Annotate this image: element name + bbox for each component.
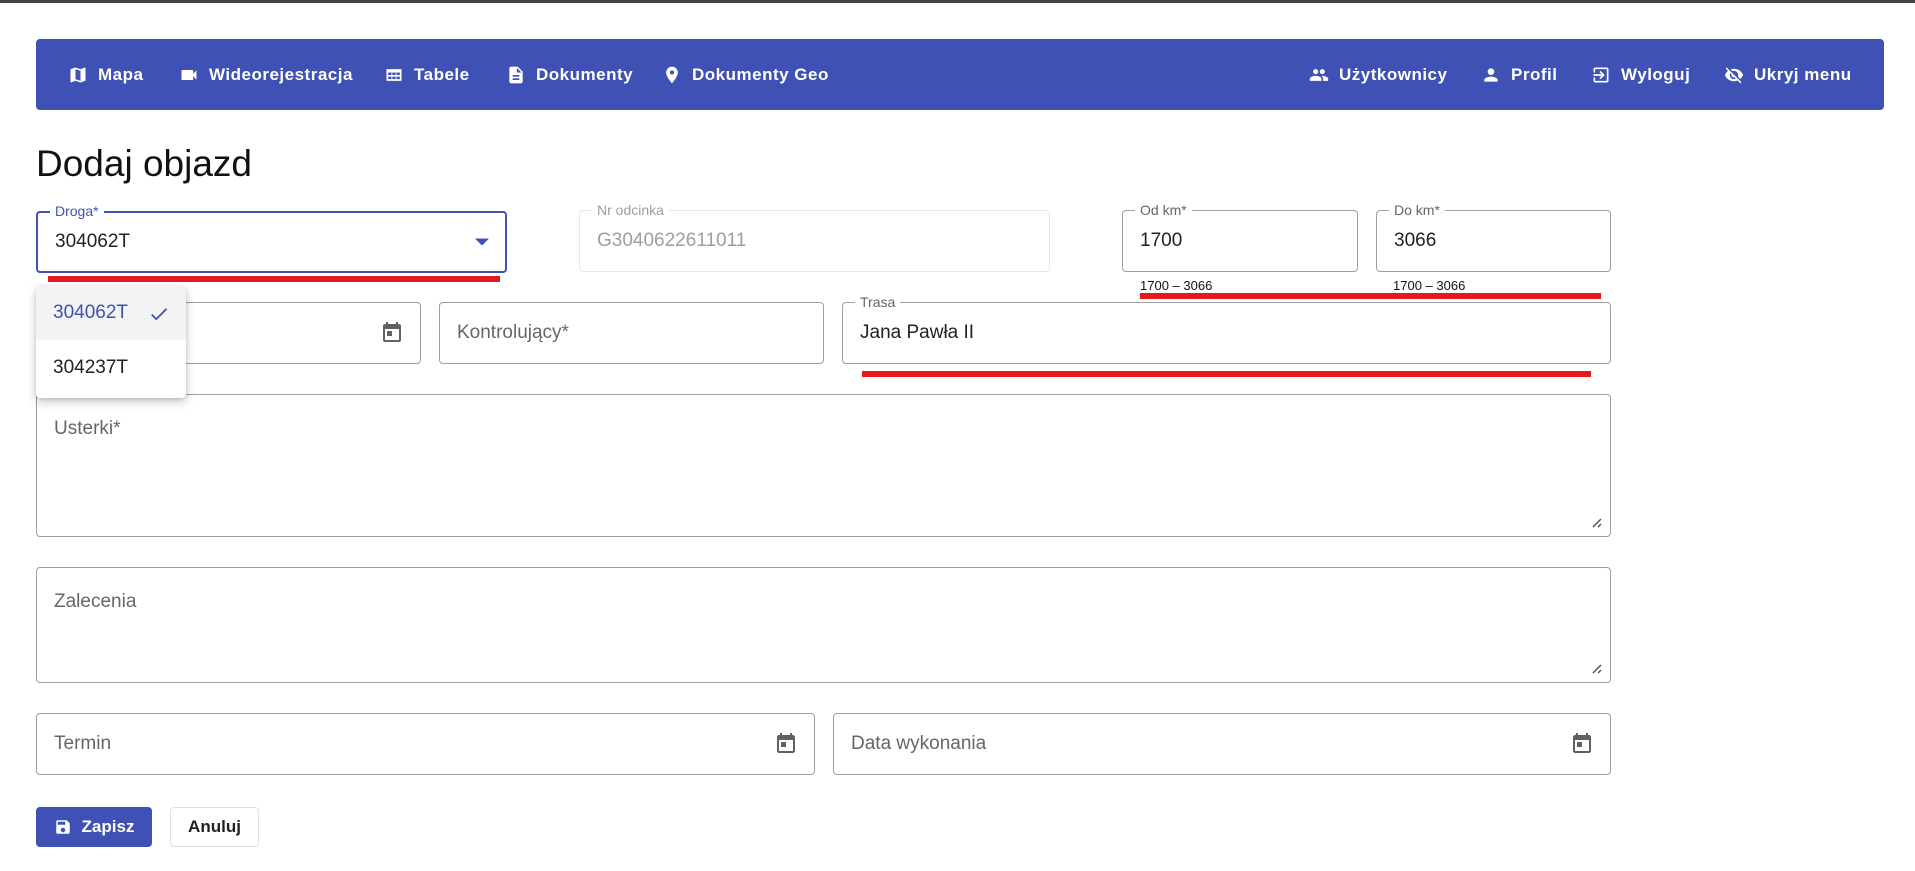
do-km-label: Do km*	[1389, 202, 1445, 218]
resize-handle-icon[interactable]	[1588, 514, 1602, 528]
droga-option[interactable]: 304062T	[36, 286, 186, 340]
nr-odcinka-value: G3040622611011	[597, 230, 747, 251]
droga-option[interactable]: 304237T	[36, 341, 186, 395]
nav-label: Wyloguj	[1621, 64, 1691, 84]
termin-placeholder: Termin	[54, 733, 112, 754]
calendar-icon[interactable]	[774, 732, 798, 756]
main-navbar: Mapa Wideorejestracja Tabele Dokumenty D…	[36, 39, 1884, 110]
data-wykonania-placeholder: Data wykonania	[851, 733, 987, 754]
od-km-hint: 1700 – 3066	[1140, 278, 1213, 293]
nr-odcinka-field: Nr odcinka G3040622611011	[579, 202, 1050, 272]
person-icon	[1484, 67, 1498, 82]
nav-label: Dokumenty	[536, 64, 634, 84]
page-title: Dodaj objazd	[36, 143, 252, 184]
nav-label: Dokumenty Geo	[692, 64, 829, 84]
trasa-input[interactable]: Trasa Jana Pawła II	[842, 294, 1611, 364]
option-label: 304062T	[53, 302, 129, 323]
trasa-label: Trasa	[855, 294, 901, 310]
location-pin-icon	[666, 66, 678, 83]
nav-label: Ukryj menu	[1754, 64, 1852, 84]
termin-input[interactable]: Termin	[36, 713, 815, 775]
od-km-input[interactable]: Od km* 1700	[1122, 202, 1358, 272]
kontrolujacy-placeholder: Kontrolujący*	[457, 322, 569, 343]
nav-item-uzytkownicy[interactable]: Użytkownicy	[1309, 39, 1447, 110]
droga-select[interactable]: Droga* 304062T	[36, 203, 507, 273]
nav-item-mapa[interactable]: Mapa	[68, 39, 143, 110]
save-label: Zapisz	[81, 817, 135, 836]
nav-item-profil[interactable]: Profil	[1481, 39, 1557, 110]
do-km-hint: 1700 – 3066	[1393, 278, 1466, 293]
map-icon	[70, 67, 86, 82]
usterki-textarea[interactable]: Usterki*	[36, 394, 1611, 537]
document-icon	[509, 66, 523, 83]
highlight-underline-trasa	[862, 371, 1591, 377]
save-button[interactable]: Zapisz	[36, 807, 152, 847]
calendar-icon[interactable]	[380, 321, 404, 345]
od-km-value: 1700	[1140, 230, 1183, 251]
nav-item-ukryj-menu[interactable]: Ukryj menu	[1724, 39, 1852, 110]
calendar-icon[interactable]	[1570, 732, 1594, 756]
nav-item-dokumenty-geo[interactable]: Dokumenty Geo	[662, 39, 829, 110]
videocam-icon	[181, 69, 197, 80]
highlight-underline-droga	[48, 276, 500, 282]
nav-item-wyloguj[interactable]: Wyloguj	[1591, 39, 1690, 110]
nav-label: Profil	[1511, 64, 1558, 84]
logout-icon	[1593, 67, 1609, 82]
trasa-value: Jana Pawła II	[860, 322, 975, 343]
check-icon	[151, 308, 168, 321]
nav-item-wideorejestracja[interactable]: Wideorejestracja	[179, 39, 353, 110]
cancel-label: Anuluj	[188, 817, 241, 836]
option-label: 304237T	[53, 357, 129, 378]
cancel-button[interactable]: Anuluj	[170, 807, 259, 847]
kontrolujacy-input[interactable]: Kontrolujący*	[439, 302, 824, 364]
droga-dropdown-panel: 304062T 304237T	[36, 286, 186, 398]
nav-item-tabele[interactable]: Tabele	[384, 39, 470, 110]
do-km-value: 3066	[1394, 230, 1437, 251]
window-top-border	[0, 0, 1915, 3]
eye-off-icon	[1724, 67, 1744, 83]
highlight-underline-km	[1140, 293, 1601, 299]
nav-label: Mapa	[98, 64, 144, 84]
users-icon	[1309, 68, 1329, 81]
nav-label: Tabele	[414, 64, 470, 84]
usterki-placeholder: Usterki*	[54, 418, 121, 439]
zalecenia-textarea[interactable]: Zalecenia	[36, 567, 1611, 683]
data-wykonania-input[interactable]: Data wykonania	[833, 713, 1611, 775]
nr-odcinka-label: Nr odcinka	[592, 202, 669, 218]
save-icon	[55, 820, 70, 834]
nav-item-dokumenty[interactable]: Dokumenty	[506, 39, 633, 110]
nav-label: Wideorejestracja	[209, 64, 353, 84]
do-km-input[interactable]: Do km* 3066	[1376, 202, 1611, 272]
zalecenia-placeholder: Zalecenia	[54, 591, 137, 612]
table-icon	[386, 68, 402, 81]
droga-label: Droga*	[50, 203, 104, 219]
dropdown-arrow-icon	[475, 238, 489, 246]
nav-label: Użytkownicy	[1339, 64, 1448, 84]
resize-handle-icon[interactable]	[1588, 660, 1602, 674]
od-km-label: Od km*	[1135, 202, 1192, 218]
droga-value: 304062T	[55, 231, 131, 252]
